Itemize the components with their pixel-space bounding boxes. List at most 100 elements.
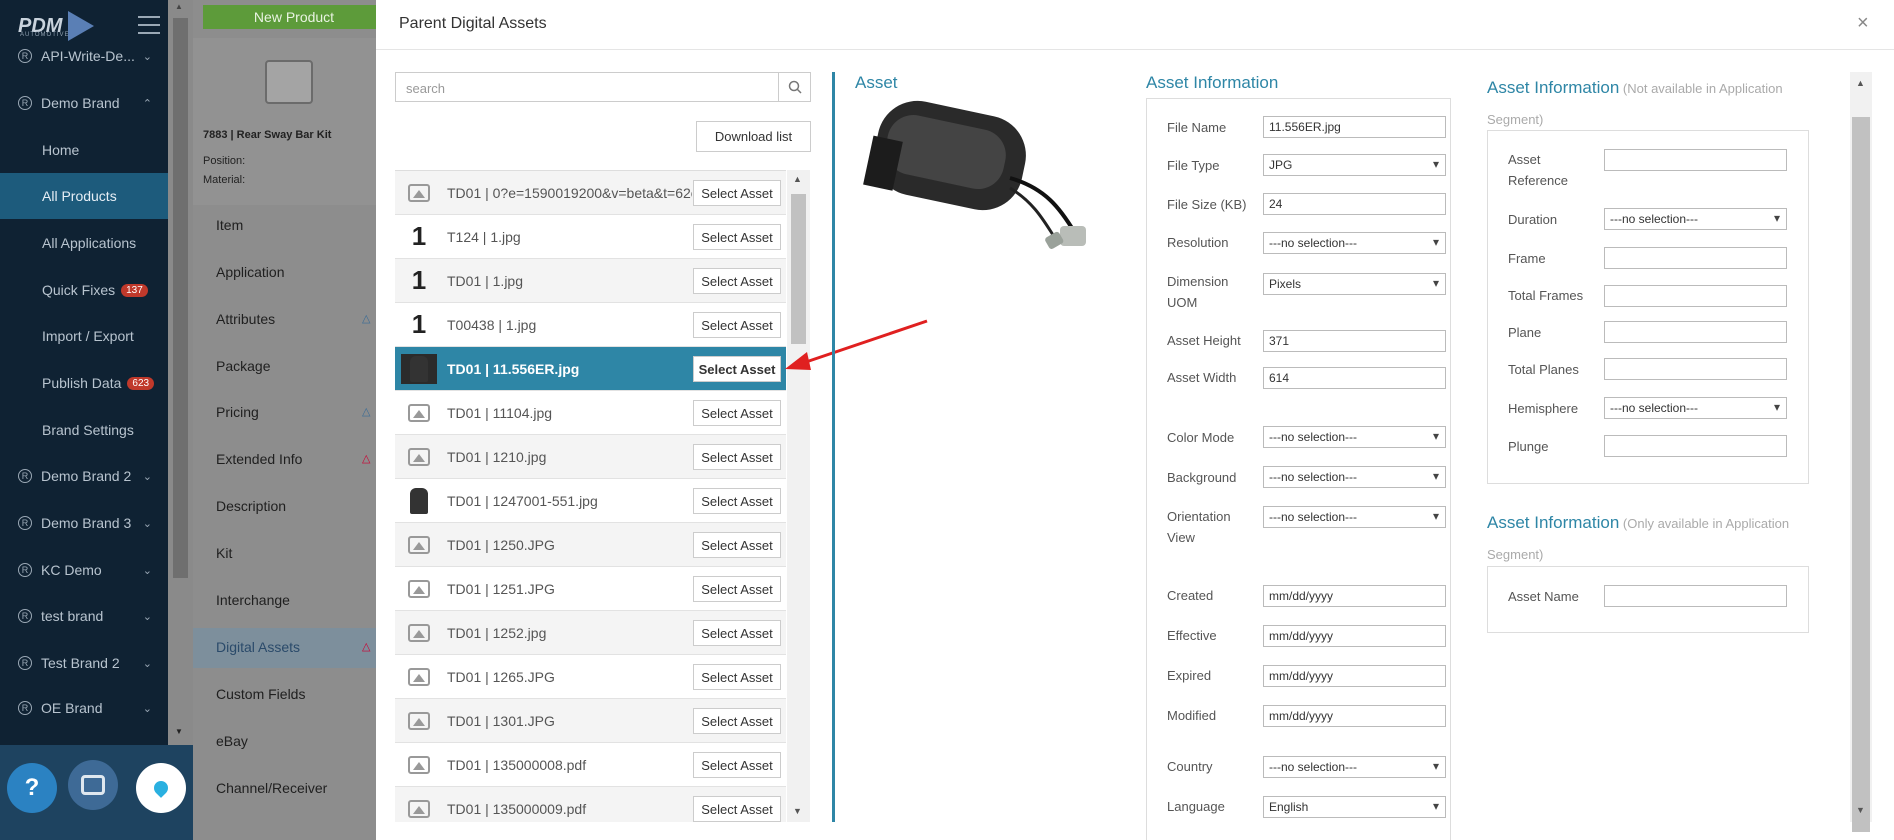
select-asset-button[interactable]: Select Asset (693, 752, 781, 778)
detail-scroll-thumb[interactable] (1852, 117, 1870, 832)
asset-row[interactable]: TD01 | 1301.JPG Select Asset (395, 699, 786, 743)
sidebar-item-kc-demo[interactable]: R KC Demo ⌄ (0, 547, 168, 593)
asset-row[interactable]: 1 T124 | 1.jpg Select Asset (395, 215, 786, 259)
select-asset-button[interactable]: Select Asset (693, 224, 781, 250)
sidebar-item-publish-data[interactable]: Publish Data 623 (0, 360, 168, 406)
sidebar-item-api-write-de[interactable]: R API-Write-De... ⌄ (0, 33, 168, 79)
product-menu-item-extended-info[interactable]: Extended Info (216, 451, 302, 467)
asset-name-input[interactable] (1604, 585, 1787, 607)
frame-input[interactable] (1604, 247, 1787, 269)
color-mode-select[interactable]: ---no selection--- (1263, 426, 1446, 448)
select-asset-button[interactable]: Select Asset (693, 488, 781, 514)
product-menu-item-channel-receiver[interactable]: Channel/Receiver (216, 780, 327, 796)
modified-input[interactable]: mm/dd/yyyy (1263, 705, 1446, 727)
sidebar-item-test-brand[interactable]: Rtest brand ⌄ (0, 593, 168, 639)
asset-width-input[interactable]: 614 (1263, 367, 1446, 389)
search-button[interactable] (778, 72, 811, 102)
chevron-down-icon[interactable]: ⌄ (143, 50, 152, 63)
product-menu-item-pricing[interactable]: Pricing (216, 404, 259, 420)
chevron-up-icon[interactable]: ⌃ (143, 97, 152, 110)
asset-row[interactable]: TD01 | 0?e=1590019200&v=beta&t=62c Select… (395, 171, 786, 215)
asset-search-input[interactable]: search (395, 72, 779, 102)
country-select[interactable]: ---no selection--- (1263, 756, 1446, 778)
scroll-up-icon[interactable]: ▲ (1856, 78, 1865, 88)
select-asset-button[interactable]: Select Asset (693, 620, 781, 646)
chevron-down-icon[interactable]: ⌄ (143, 610, 152, 623)
language-select[interactable]: English (1263, 796, 1446, 818)
asset-height-input[interactable]: 371 (1263, 330, 1446, 352)
asset-row[interactable]: TD01 | 1250.JPG Select Asset (395, 523, 786, 567)
product-menu-item-digital-assets[interactable]: Digital Assets (216, 639, 300, 655)
asset-row[interactable]: 1 T00438 | 1.jpg Select Asset (395, 303, 786, 347)
product-menu-item-custom-fields[interactable]: Custom Fields (216, 686, 305, 702)
scroll-up-icon[interactable]: ▲ (175, 2, 183, 11)
chevron-down-icon[interactable]: ⌄ (143, 657, 152, 670)
select-asset-button[interactable]: Select Asset (693, 268, 781, 294)
help-button[interactable]: ? (7, 763, 57, 813)
product-menu-item-package[interactable]: Package (216, 358, 270, 374)
scroll-down-icon[interactable]: ▼ (793, 806, 802, 816)
chevron-down-icon[interactable]: ⌄ (143, 517, 152, 530)
product-menu-item-interchange[interactable]: Interchange (216, 592, 290, 608)
resolution-select[interactable]: ---no selection--- (1263, 232, 1446, 254)
select-asset-button[interactable]: Select Asset (693, 664, 781, 690)
sidebar-scrollbar[interactable]: ▲ ▼ (168, 0, 193, 745)
asset-row[interactable]: TD01 | 1265.JPG Select Asset (395, 655, 786, 699)
select-asset-button[interactable]: Select Asset (693, 400, 781, 426)
created-input[interactable]: mm/dd/yyyy (1263, 585, 1446, 607)
asset-row[interactable]: 1 TD01 | 1.jpg Select Asset (395, 259, 786, 303)
select-asset-button[interactable]: Select Asset (693, 444, 781, 470)
scroll-up-icon[interactable]: ▲ (793, 174, 802, 184)
asset-row[interactable]: TD01 | 1252.jpg Select Asset (395, 611, 786, 655)
product-menu-item-kit[interactable]: Kit (216, 545, 232, 561)
asset-reference-input[interactable] (1604, 149, 1787, 171)
scroll-down-icon[interactable]: ▼ (1856, 805, 1865, 815)
detail-scrollbar[interactable]: ▲ ▼ (1850, 72, 1872, 832)
product-menu-item-ebay[interactable]: eBay (216, 733, 248, 749)
product-menu-item-item[interactable]: Item (216, 217, 243, 233)
scroll-down-icon[interactable]: ▼ (175, 727, 183, 736)
sidebar-scroll-thumb[interactable] (173, 18, 188, 578)
background-select[interactable]: ---no selection--- (1263, 466, 1446, 488)
asset-row[interactable]: TD01 | 135000009.pdf Select Asset (395, 787, 786, 822)
notification-button[interactable] (136, 763, 186, 813)
new-product-button[interactable]: New Product (203, 5, 385, 29)
duration-select[interactable]: ---no selection--- (1604, 208, 1787, 230)
hemisphere-select[interactable]: ---no selection--- (1604, 397, 1787, 419)
asset-row[interactable]: TD01 | 135000008.pdf Select Asset (395, 743, 786, 787)
sidebar-item-all-applications[interactable]: All Applications (0, 220, 168, 266)
asset-row[interactable]: TD01 | 11.556ER.jpg Select Asset (395, 347, 786, 391)
sidebar-item-all-products[interactable]: All Products (0, 173, 168, 219)
file-name-input[interactable]: 11.556ER.jpg (1263, 116, 1446, 138)
total-planes-input[interactable] (1604, 358, 1787, 380)
select-asset-button[interactable]: Select Asset (693, 180, 781, 206)
product-menu-item-attributes[interactable]: Attributes (216, 311, 275, 327)
sidebar-item-brand-settings[interactable]: Brand Settings (0, 407, 168, 453)
chevron-down-icon[interactable]: ⌄ (143, 470, 152, 483)
select-asset-button[interactable]: Select Asset (693, 708, 781, 734)
chevron-down-icon[interactable]: ⌄ (143, 564, 152, 577)
chevron-down-icon[interactable]: ⌄ (143, 702, 152, 715)
asset-row[interactable]: TD01 | 1247001-551.jpg Select Asset (395, 479, 786, 523)
sidebar-item-test-brand-2[interactable]: R Test Brand 2 ⌄ (0, 640, 168, 686)
plunge-input[interactable] (1604, 435, 1787, 457)
select-asset-button[interactable]: Select Asset (693, 796, 781, 822)
effective-input[interactable]: mm/dd/yyyy (1263, 625, 1446, 647)
product-menu-item-application[interactable]: Application (216, 264, 285, 280)
asset-row[interactable]: TD01 | 1210.jpg Select Asset (395, 435, 786, 479)
asset-row[interactable]: TD01 | 11104.jpg Select Asset (395, 391, 786, 435)
expired-input[interactable]: mm/dd/yyyy (1263, 665, 1446, 687)
select-asset-button[interactable]: Select Asset (693, 576, 781, 602)
chat-button[interactable] (68, 760, 118, 810)
sidebar-item-home[interactable]: Home (0, 127, 168, 173)
sidebar-item-oe-brand[interactable]: R OE Brand ⌄ (0, 685, 168, 731)
plane-input[interactable] (1604, 321, 1787, 343)
total-frames-input[interactable] (1604, 285, 1787, 307)
asset-row[interactable]: TD01 | 1251.JPG Select Asset (395, 567, 786, 611)
close-icon[interactable]: × (1857, 12, 1869, 35)
sidebar-item-demo-brand-2[interactable]: R Demo Brand 2 ⌄ (0, 453, 168, 499)
asset-list-scrollbar[interactable]: ▲ ▼ (787, 170, 810, 822)
select-asset-button[interactable]: Select Asset (693, 356, 781, 382)
select-asset-button[interactable]: Select Asset (693, 532, 781, 558)
sidebar-item-import-export[interactable]: Import / Export (0, 313, 168, 359)
